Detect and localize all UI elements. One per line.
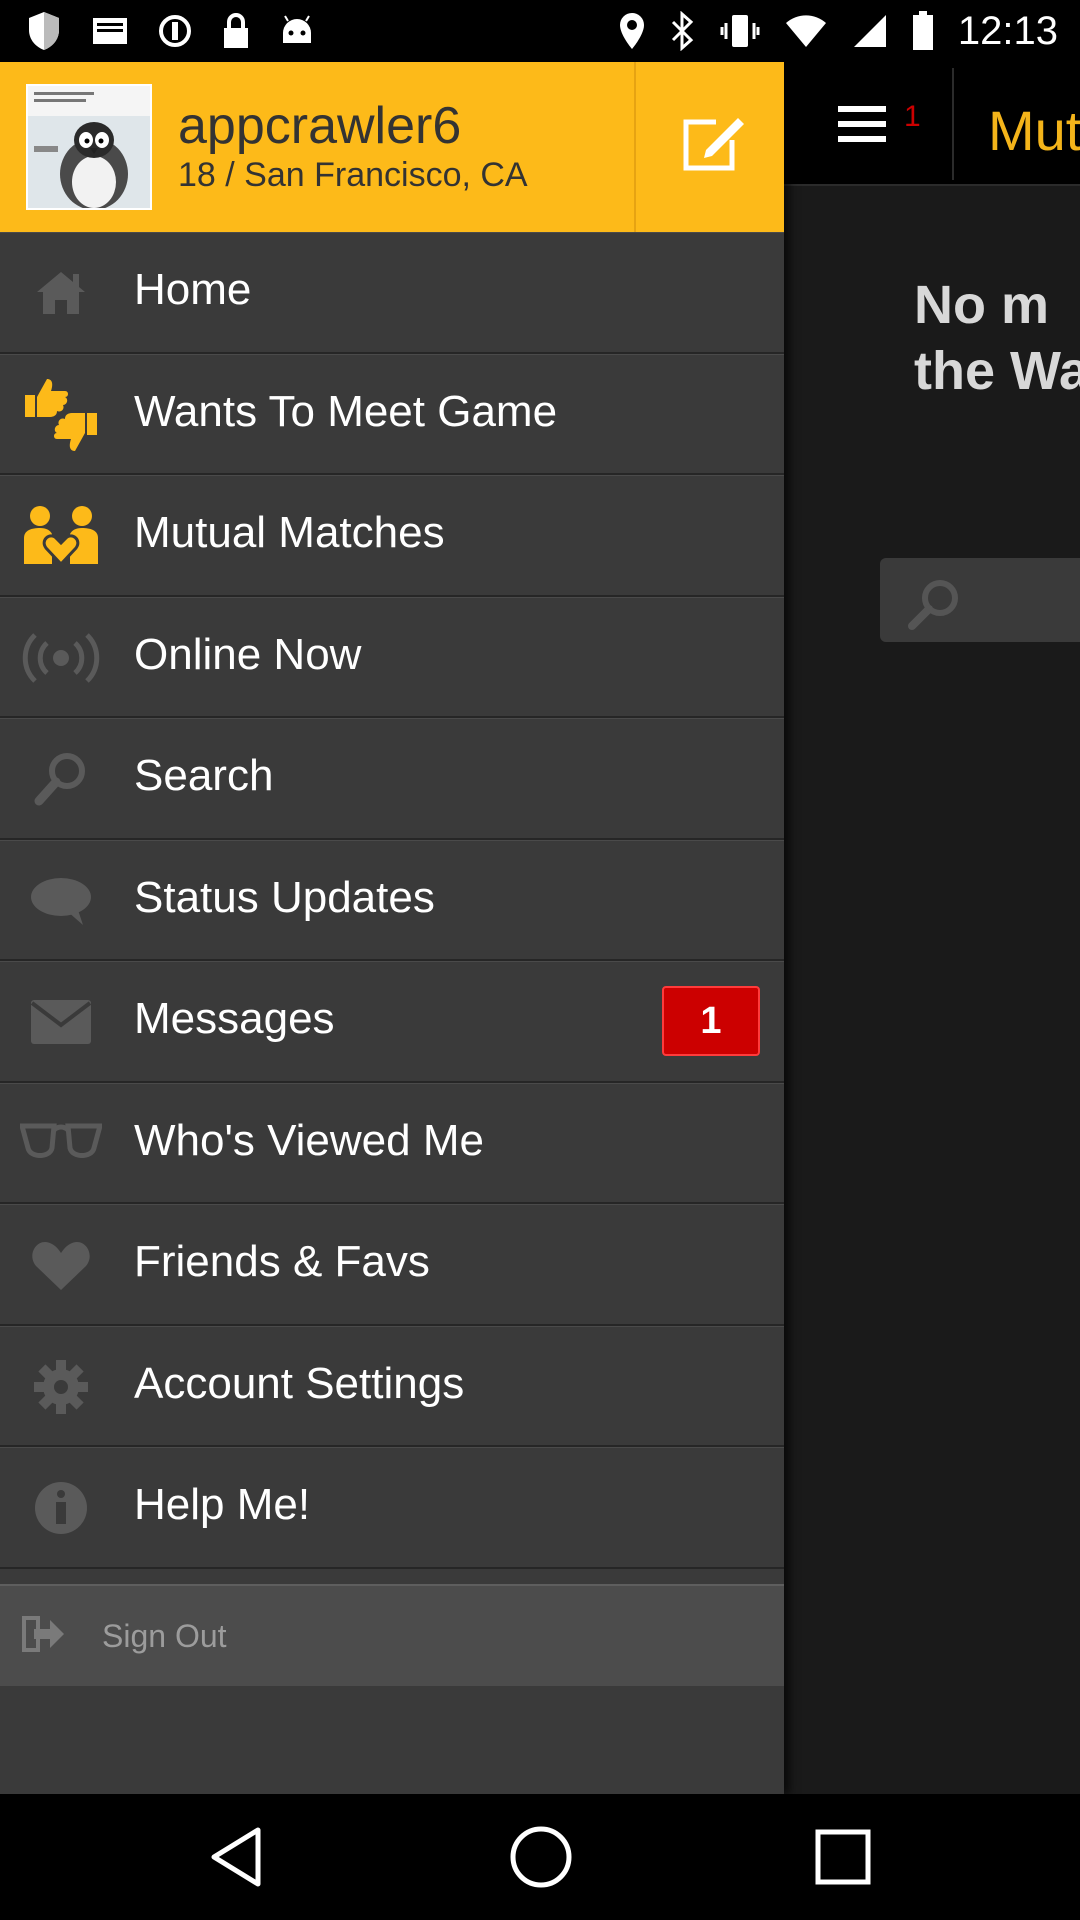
glasses-icon [20,1108,102,1180]
back-icon[interactable] [206,1824,272,1890]
menu-item-status-updates[interactable]: Status Updates [0,839,784,961]
status-bar: 12:13 [0,0,1080,62]
profile-location: 18 / San Francisco, CA [178,156,528,194]
home-icon [20,257,102,329]
menu-item-label: Mutual Matches [134,508,445,557]
profile-header[interactable]: appcrawler6 18 / San Francisco, CA [0,62,784,232]
menu-item-label: Home [134,265,252,314]
drawer-menu: Home Wants To Meet Game Mutual Matches O… [0,232,784,1569]
compose-button[interactable] [634,62,784,232]
vibrate-icon [720,11,760,51]
sign-out-icon [22,1616,66,1657]
menu-item-home[interactable]: Home [0,232,784,354]
menu-item-messages[interactable]: Messages 1 [0,961,784,1083]
shield-icon [26,10,62,52]
menu-item-search[interactable]: Search [0,718,784,840]
empty-state-message: No m the Wa [784,272,1080,404]
menu-item-wants-to-meet-game[interactable]: Wants To Meet Game [0,353,784,475]
menu-item-account-settings[interactable]: Account Settings [0,1325,784,1447]
background-screen: 1 Mut No m the Wa [784,62,1080,1794]
menu-item-whos-viewed-me[interactable]: Who's Viewed Me [0,1082,784,1204]
battery-icon [912,11,934,51]
wifi-icon [784,13,828,49]
lock-icon [222,13,250,49]
background-header: 1 Mut [784,62,1080,186]
menu-item-mutual-matches[interactable]: Mutual Matches [0,475,784,597]
menu-item-label: Online Now [134,629,362,679]
empty-state-line-1: No m [914,275,1049,335]
gear-icon [20,1351,102,1423]
avatar[interactable] [26,84,152,210]
envelope-icon [20,986,102,1058]
couple-heart-icon [20,500,102,572]
android-icon [280,15,314,47]
signal-icon [852,13,888,49]
search-button[interactable] [880,558,1080,642]
messages-unread-badge: 1 [662,986,760,1056]
menu-item-label: Help Me! [134,1480,311,1529]
recents-icon[interactable] [810,1824,876,1890]
menu-item-label: Account Settings [134,1358,465,1408]
menu-item-label: Who's Viewed Me [134,1115,484,1165]
info-icon [20,1472,102,1544]
menu-item-friends-favs[interactable]: Friends & Favs [0,1204,784,1326]
header-divider [952,68,954,180]
bluetooth-icon [670,11,696,51]
sync-icon [158,14,192,48]
menu-item-help-me[interactable]: Help Me! [0,1447,784,1569]
sign-out-label: Sign Out [102,1618,227,1654]
menu-notification-count: 1 [904,100,921,133]
broadcast-icon [20,622,102,694]
clock: 12:13 [957,9,1058,53]
speech-bubble-icon [20,865,102,937]
navigation-bar [0,1794,1080,1920]
menu-item-label: Messages [134,994,335,1043]
menu-item-label: Status Updates [134,872,435,922]
sign-out-button[interactable]: Sign Out [0,1584,784,1686]
empty-state-line-2: the Wa [914,341,1080,401]
navigation-drawer: appcrawler6 18 / San Francisco, CA Home … [0,62,784,1794]
menu-item-label: Search [134,751,274,800]
hamburger-icon [836,106,888,148]
search-icon [20,743,102,815]
profile-username: appcrawler6 [178,97,462,155]
menu-item-label: Friends & Favs [134,1237,430,1286]
heart-icon [20,1229,102,1301]
home-circle-icon[interactable] [508,1824,574,1890]
thumbs-up-down-icon [20,378,102,451]
menu-item-online-now[interactable]: Online Now [0,596,784,718]
mail-icon [92,17,128,45]
location-icon [618,11,646,51]
page-title: Mut [988,99,1080,162]
menu-item-label: Wants To Meet Game [134,386,558,436]
drawer-footer [0,1686,784,1794]
